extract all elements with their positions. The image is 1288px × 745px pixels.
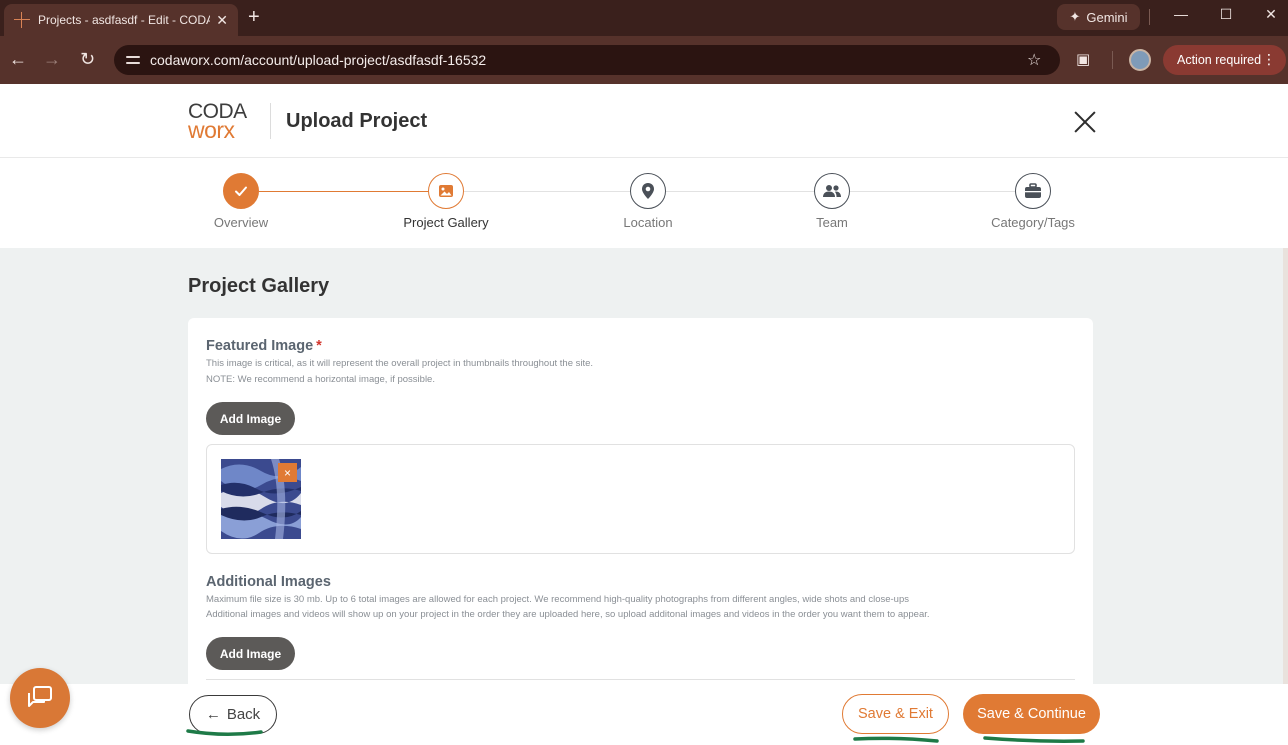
chat-button[interactable] xyxy=(10,668,70,728)
annotation-underline-back xyxy=(186,729,263,737)
annotation-underline-save-continue xyxy=(983,736,1085,743)
chat-icon xyxy=(28,686,52,707)
annotation-layer xyxy=(186,729,1085,743)
annotation-underline-save-exit xyxy=(853,736,939,743)
